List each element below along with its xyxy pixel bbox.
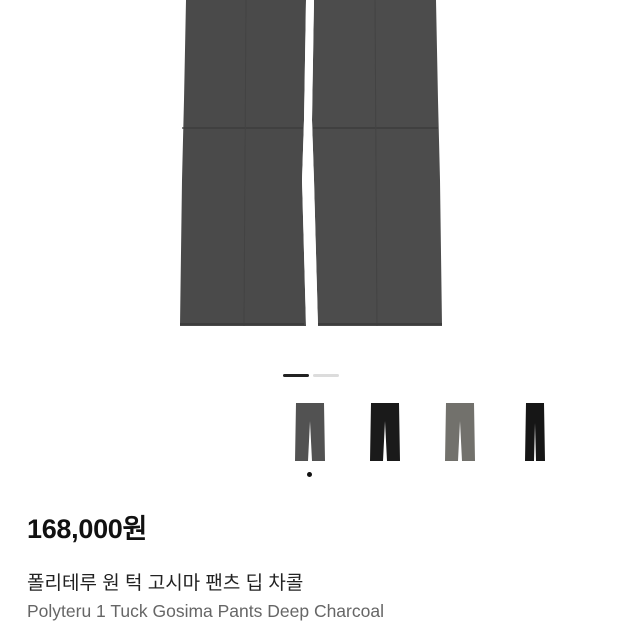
selected-swatch-indicator	[307, 472, 312, 477]
pager-dot[interactable]	[313, 374, 339, 377]
swatch-black[interactable]	[355, 398, 415, 466]
pants-illustration	[180, 0, 442, 327]
pants-thumbnail-icon	[525, 403, 545, 461]
product-name-english: Polyteru 1 Tuck Gosima Pants Deep Charco…	[27, 601, 384, 621]
pants-thumbnail-icon	[445, 403, 475, 461]
product-name-korean: 폴리테루 원 턱 고시마 팬츠 딥 차콜	[27, 573, 304, 594]
gallery-pager	[283, 374, 339, 377]
pants-thumbnail-icon	[295, 403, 325, 461]
pager-dot-active[interactable]	[283, 374, 309, 377]
swatch-gray[interactable]	[430, 398, 490, 466]
swatch-deep-charcoal[interactable]	[280, 398, 340, 466]
swatch-black-slim[interactable]	[505, 398, 565, 466]
product-main-image[interactable]	[0, 0, 620, 360]
pants-thumbnail-icon	[370, 403, 400, 461]
product-price: 168,000원	[27, 514, 148, 544]
color-swatch-list	[280, 398, 620, 484]
